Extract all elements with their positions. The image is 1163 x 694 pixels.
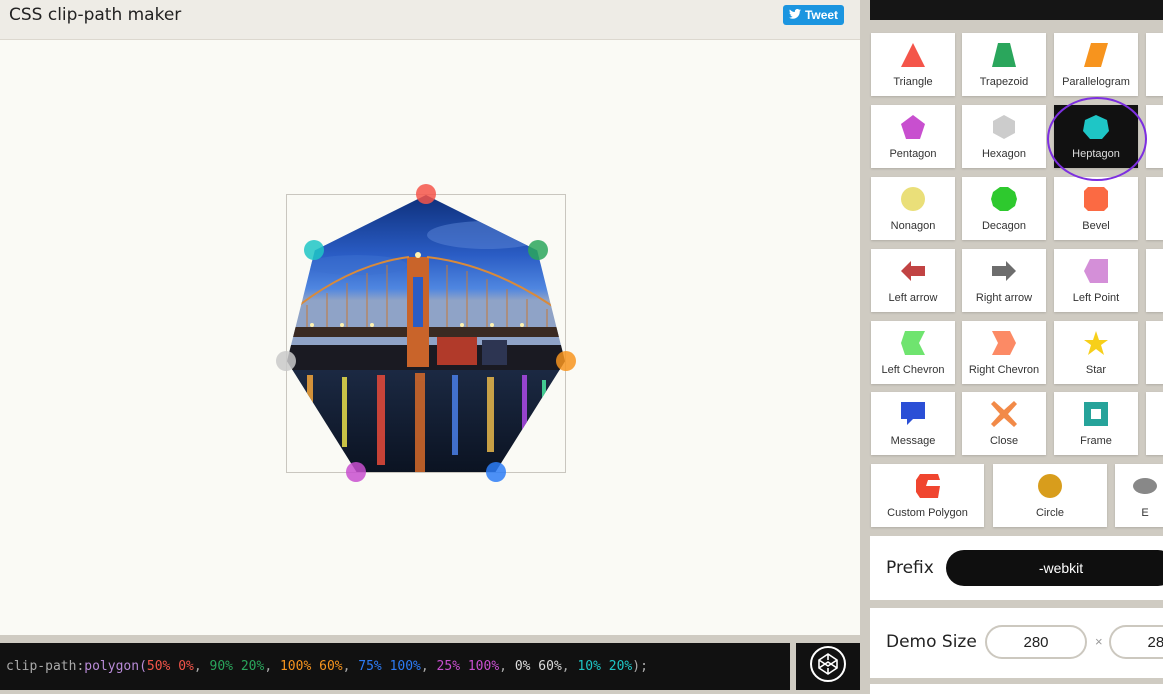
code-close: ); (632, 659, 648, 674)
shape-button-custom-polygon[interactable]: Custom Polygon (871, 464, 984, 527)
next-setting-row (870, 684, 1163, 694)
polygon-handle[interactable] (556, 350, 576, 371)
tweet-button[interactable]: Tweet (783, 5, 844, 25)
polygon-handle[interactable] (416, 184, 436, 204)
shape-label: Close (989, 435, 1019, 447)
polygon-handle[interactable] (304, 239, 324, 260)
times-sign: × (1095, 634, 1103, 649)
demo-size-label: Demo Size (886, 632, 977, 652)
shape-button-cutoff[interactable] (1146, 321, 1163, 384)
shape-button-hexagon[interactable]: Hexagon (962, 105, 1046, 168)
demo-width-input[interactable] (985, 625, 1087, 659)
clipped-demo-image (287, 195, 565, 472)
code-point: 25% 100% (436, 659, 500, 674)
css-code-output: clip-path: polygon(50% 0%, 90% 20%, 100%… (0, 643, 790, 690)
shape-label: Star (1085, 364, 1107, 376)
shape-label: Left Chevron (881, 364, 945, 376)
code-point: 100% 60% (279, 659, 343, 674)
shape-button-bevel[interactable]: Bevel (1054, 177, 1138, 240)
shape-label: Bevel (1082, 220, 1110, 232)
right-panel-top-bar (870, 0, 1163, 20)
shape-label: Right Chevron (968, 364, 1040, 376)
shape-label: Right arrow (975, 292, 1033, 304)
code-points: 50% 0%, 90% 20%, 100% 60%, 75% 100%, 25%… (146, 659, 633, 674)
shape-label: Parallelogram (1062, 76, 1130, 88)
shape-button-left-point[interactable]: Left Point (1054, 249, 1138, 312)
polygon-handle[interactable] (276, 350, 296, 371)
shape-button-star[interactable]: Star (1054, 321, 1138, 384)
shape-button-trapezoid[interactable]: Trapezoid (962, 33, 1046, 96)
tweet-label: Tweet (804, 8, 839, 22)
app-title: CSS clip-path maker (9, 5, 182, 25)
shape-button-cutoff[interactable] (1146, 33, 1163, 96)
shape-button-triangle[interactable]: Triangle (871, 33, 955, 96)
shape-label: Hexagon (981, 148, 1027, 160)
code-function: polygon( (84, 659, 147, 674)
shape-label: Triangle (893, 76, 933, 88)
shape-label: Decagon (981, 220, 1027, 232)
shape-button-cutoff[interactable] (1146, 249, 1163, 312)
code-point: 90% 20% (209, 659, 265, 674)
shape-button-pentagon[interactable]: Pentagon (871, 105, 955, 168)
shape-button-nonagon[interactable]: Nonagon (871, 177, 955, 240)
shape-label: E (1141, 507, 1149, 519)
prefix-toggle[interactable]: -webkit (946, 550, 1163, 586)
code-point: 75% 100% (358, 659, 421, 674)
code-point: 50% 0% (146, 659, 194, 674)
shape-button-parallelogram[interactable]: Parallelogram (1054, 33, 1138, 96)
shape-button-left-chevron[interactable]: Left Chevron (871, 321, 955, 384)
shape-button-cutoff[interactable] (1146, 105, 1163, 168)
shape-button-circle[interactable]: Circle (993, 464, 1107, 527)
prefix-label: Prefix (886, 558, 934, 578)
polygon-handle[interactable] (346, 462, 366, 482)
shape-button-right-chevron[interactable]: Right Chevron (962, 321, 1046, 384)
shape-button-e[interactable]: E (1115, 464, 1163, 527)
shape-button-heptagon[interactable]: Heptagon (1054, 105, 1138, 168)
bridge-photo (287, 195, 565, 472)
demo-size-row: Demo Size × (870, 608, 1163, 678)
shape-label: Circle (1035, 507, 1065, 519)
shape-button-cutoff[interactable] (1146, 392, 1163, 455)
shape-label: Custom Polygon (887, 507, 968, 519)
codepen-icon (809, 645, 847, 688)
shape-label: Frame (1080, 435, 1112, 447)
shape-label: Message (890, 435, 936, 447)
demo-frame (286, 194, 566, 473)
shape-button-decagon[interactable]: Decagon (962, 177, 1046, 240)
shape-label: Nonagon (890, 220, 936, 232)
polygon-handle[interactable] (528, 239, 548, 260)
shape-button-message[interactable]: Message (871, 392, 955, 455)
shape-label: Heptagon (1072, 148, 1120, 160)
shape-label: Left Point (1072, 292, 1120, 304)
twitter-bird-icon (788, 8, 801, 22)
shape-button-frame[interactable]: Frame (1054, 392, 1138, 455)
shape-label: Left arrow (888, 292, 938, 304)
code-property: clip-path: (6, 659, 85, 674)
shape-button-close[interactable]: Close (962, 392, 1046, 455)
shape-label: Pentagon (889, 148, 937, 160)
polygon-handle[interactable] (486, 462, 506, 482)
shape-button-left-arrow[interactable]: Left arrow (871, 249, 955, 312)
header-bar: CSS clip-path maker Tweet (0, 0, 860, 40)
codepen-button[interactable] (796, 643, 860, 690)
shape-button-right-arrow[interactable]: Right arrow (962, 249, 1046, 312)
code-point: 0% 60% (514, 659, 562, 674)
prefix-row: Prefix -webkit (870, 536, 1163, 600)
demo-height-input[interactable] (1109, 625, 1163, 659)
shape-button-cutoff[interactable] (1146, 177, 1163, 240)
canvas-area (0, 40, 860, 635)
shape-label: Trapezoid (979, 76, 1029, 88)
code-point: 10% 20% (577, 659, 633, 674)
